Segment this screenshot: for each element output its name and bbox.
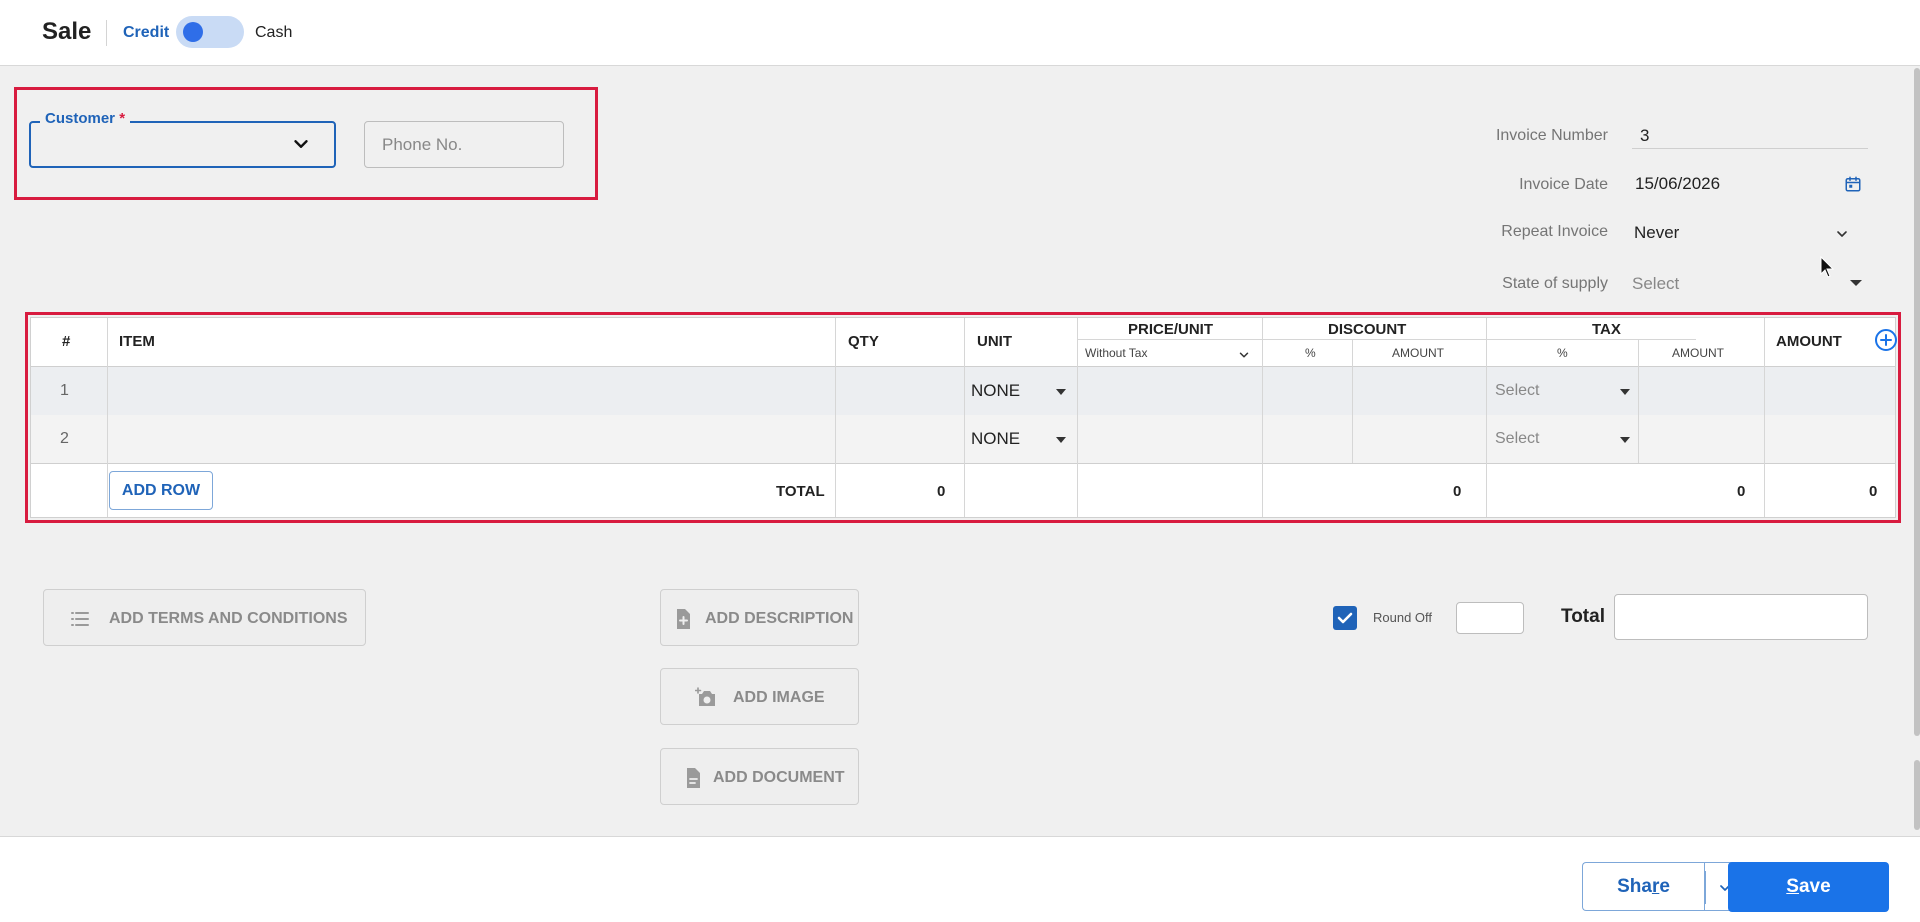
col-header-discount-pct: % (1305, 346, 1316, 360)
caret-down-icon[interactable] (1620, 437, 1630, 443)
page-title: Sale (42, 18, 92, 45)
invoice-number-underline (1632, 148, 1868, 149)
repeat-invoice-label: Repeat Invoice (1501, 223, 1608, 240)
round-off-checkbox[interactable] (1333, 606, 1357, 630)
total-discount: 0 (1453, 483, 1462, 500)
header-divider (106, 20, 107, 46)
cash-label[interactable]: Cash (255, 24, 292, 42)
col-divider (1262, 318, 1263, 517)
add-column-plus-icon[interactable] (1874, 328, 1898, 352)
col-divider (835, 318, 836, 517)
round-off-input[interactable] (1456, 602, 1524, 634)
invoice-number-value[interactable]: 3 (1640, 126, 1649, 146)
add-row-button[interactable]: ADD ROW (109, 471, 213, 510)
subheader-line (1078, 339, 1696, 340)
round-off-label: Round Off (1373, 610, 1433, 625)
col-header-discount: DISCOUNT (1328, 321, 1407, 338)
header-divider-line (31, 366, 1895, 367)
col-divider (1764, 318, 1765, 517)
caret-down-icon[interactable] (1620, 389, 1630, 395)
add-image-button[interactable]: ADD IMAGE (660, 668, 859, 725)
header-bar: Sale Credit Cash (0, 0, 1920, 66)
total-qty: 0 (937, 483, 946, 500)
state-of-supply-label: State of supply (1502, 275, 1608, 292)
chevron-down-icon[interactable] (290, 133, 312, 155)
col-divider (1077, 318, 1078, 517)
chevron-down-icon[interactable] (1834, 226, 1850, 242)
repeat-invoice-value[interactable]: Never (1634, 223, 1679, 243)
col-header-price-unit: PRICE/UNIT (1128, 321, 1214, 338)
customer-label: Customer * (40, 110, 131, 127)
table-row[interactable] (31, 367, 1895, 415)
document-add-icon (677, 609, 690, 629)
add-document-button[interactable]: ADD DOCUMENT (660, 748, 859, 805)
price-unit-tax-mode[interactable]: Without Tax (1085, 346, 1147, 360)
total-amount: 0 (1869, 483, 1878, 500)
credit-cash-toggle[interactable] (176, 16, 244, 48)
table-row[interactable] (31, 415, 1895, 463)
chevron-down-icon[interactable] (1237, 348, 1251, 362)
invoice-date-value[interactable]: 15/06/2026 (1635, 174, 1720, 194)
col-header-num: # (62, 333, 71, 350)
total-label: TOTAL (776, 483, 825, 500)
col-divider (1352, 340, 1353, 463)
col-header-tax-pct: % (1557, 346, 1568, 360)
unit-select[interactable]: NONE (971, 429, 1020, 449)
col-header-unit: UNIT (977, 333, 1012, 350)
add-terms-label: ADD TERMS AND CONDITIONS (109, 610, 348, 627)
grand-total-input[interactable] (1614, 594, 1868, 640)
calendar-icon[interactable] (1844, 175, 1862, 193)
split-divider (1705, 871, 1706, 904)
check-icon (1337, 612, 1353, 624)
caret-down-icon[interactable] (1850, 280, 1862, 286)
rows-bottom-line (31, 463, 1895, 464)
col-header-amount: AMOUNT (1776, 333, 1842, 350)
caret-down-icon[interactable] (1056, 437, 1066, 443)
add-image-label: ADD IMAGE (733, 689, 825, 706)
add-terms-button[interactable]: ADD TERMS AND CONDITIONS (43, 589, 366, 646)
row-number: 2 (60, 430, 69, 447)
document-icon (687, 768, 700, 788)
col-header-discount-amount: AMOUNT (1392, 346, 1444, 360)
scrollbar-thumb-lower[interactable] (1914, 760, 1920, 830)
save-button[interactable]: Save (1728, 862, 1889, 912)
invoice-number-label: Invoice Number (1495, 127, 1608, 144)
col-divider (1486, 318, 1487, 517)
caret-down-icon[interactable] (1056, 389, 1066, 395)
tax-select[interactable]: Select (1495, 382, 1539, 400)
add-document-label: ADD DOCUMENT (713, 769, 845, 786)
col-header-tax: TAX (1592, 321, 1621, 338)
phone-input[interactable] (364, 121, 564, 168)
col-divider (1638, 340, 1639, 463)
grand-total-label: Total (1561, 606, 1605, 627)
toggle-knob (183, 22, 203, 42)
share-button[interactable]: Share (1582, 862, 1704, 911)
add-description-button[interactable]: ADD DESCRIPTION (660, 589, 859, 646)
col-divider (107, 318, 108, 517)
total-tax: 0 (1737, 483, 1746, 500)
list-icon (71, 612, 89, 626)
col-header-qty: QTY (848, 333, 879, 350)
add-description-label: ADD DESCRIPTION (705, 610, 854, 627)
items-table: # ITEM QTY UNIT PRICE/UNIT Without Tax D… (30, 317, 1898, 518)
col-header-item: ITEM (119, 333, 155, 350)
tax-select[interactable]: Select (1495, 430, 1539, 448)
scrollbar-thumb[interactable] (1914, 68, 1920, 736)
col-header-tax-amount: AMOUNT (1672, 346, 1724, 360)
state-of-supply-value[interactable]: Select (1632, 274, 1679, 294)
mouse-cursor-icon (1820, 256, 1835, 278)
camera-add-icon (695, 687, 715, 706)
unit-select[interactable]: NONE (971, 381, 1020, 401)
invoice-date-label: Invoice Date (1519, 176, 1608, 193)
row-number: 1 (60, 382, 69, 399)
credit-label[interactable]: Credit (123, 24, 169, 42)
